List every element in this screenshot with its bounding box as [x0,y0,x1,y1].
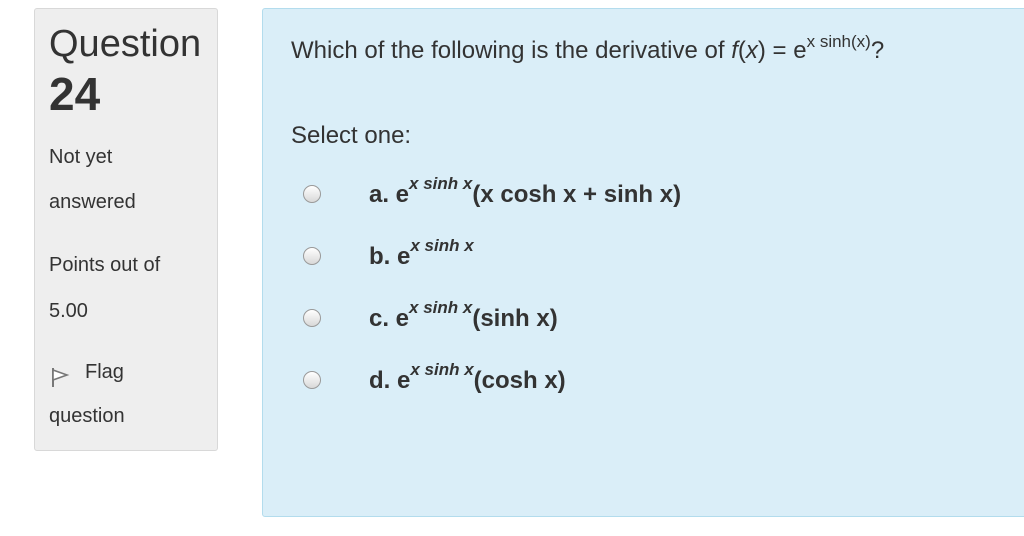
option-d[interactable]: d. ex sinh x(cosh x) [303,361,903,395]
flag-question-link-line2[interactable]: question [49,406,125,426]
option-b-label[interactable]: b. ex sinh x [369,237,474,270]
option-d-label[interactable]: d. ex sinh x(cosh x) [369,361,566,394]
option-a-exponent: x sinh x [409,174,473,193]
flag-question-link[interactable]: Flag [85,362,124,382]
option-b-prefix: b. e [369,243,411,270]
option-d-radio[interactable] [303,371,321,389]
question-info-panel: Question 24 Not yet answered Points out … [34,8,218,451]
paren-open: ( [737,37,746,64]
option-a-label[interactable]: a. ex sinh x(x cosh x + sinh x) [369,175,682,208]
option-d-exponent: x sinh x [410,360,474,379]
state-text-line2: answered [49,191,136,213]
exponent: x sinh(x) [806,32,871,51]
state-text-line1: Not yet [49,146,113,168]
select-one-prompt: Select one: [291,122,412,149]
option-b-exponent: x sinh x [410,236,474,255]
option-d-rest: (cosh x) [473,367,566,394]
option-c-prefix: c. e [369,305,410,332]
question-content-panel: Which of the following is the derivative… [262,8,1024,517]
option-c-rest: (sinh x) [472,305,558,332]
variable-x: x [745,37,758,64]
option-b[interactable]: b. ex sinh x [303,237,903,271]
question-suffix: ? [870,37,885,64]
option-a[interactable]: a. ex sinh x(x cosh x + sinh x) [303,175,903,209]
option-a-rest: (x cosh x + sinh x) [472,181,682,208]
points-value: 5.00 [49,300,88,322]
option-c-radio[interactable] [303,309,321,327]
equals-e: ) = e [757,37,807,64]
option-a-radio[interactable] [303,185,321,203]
flag-icon[interactable] [49,366,71,388]
question-number: 24 [49,68,101,120]
question-text: Which of the following is the derivative… [291,33,885,64]
points-label: Points out of [49,254,161,276]
option-c-label[interactable]: c. ex sinh x(sinh x) [369,299,558,332]
option-c[interactable]: c. ex sinh x(sinh x) [303,299,903,333]
question-prefix: Which of the following is the derivative… [291,37,732,64]
option-d-prefix: d. e [369,367,411,394]
function-name: f [731,37,738,64]
option-a-prefix: a. e [369,181,410,208]
option-c-exponent: x sinh x [409,298,473,317]
option-b-radio[interactable] [303,247,321,265]
question-label: Question [49,23,202,65]
